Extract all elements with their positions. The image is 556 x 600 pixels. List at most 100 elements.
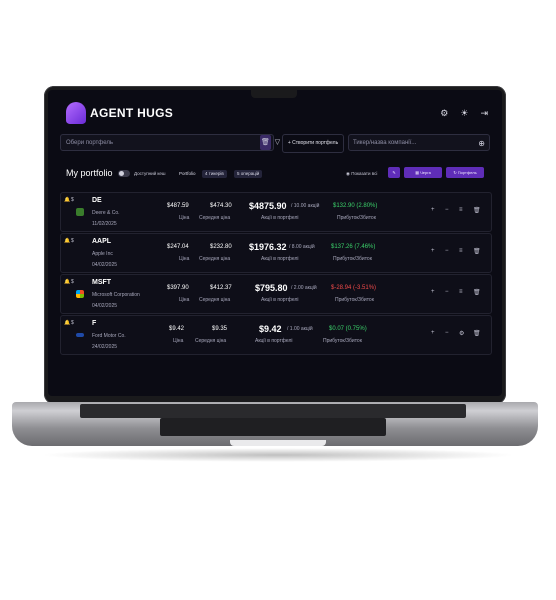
purchase-date: 04/02/2025 xyxy=(92,303,118,309)
avg-price-value: $474.30 xyxy=(210,203,232,209)
plus-icon[interactable]: + xyxy=(431,207,435,213)
dollar-icon[interactable]: $ xyxy=(71,197,74,203)
shares-count: / 8.00 акцій xyxy=(289,244,315,250)
portfolio-action-button-1[interactable]: ✎ xyxy=(388,167,400,178)
brand-name: AGENT HUGS xyxy=(90,106,174,120)
tab-operations[interactable]: 5 операцій xyxy=(234,170,263,178)
ford-logo-icon xyxy=(76,333,84,337)
sun-icon[interactable]: ☀ xyxy=(460,108,468,119)
company-logo-icon xyxy=(76,208,84,216)
pnl-value: $-28.94 (-3.51%) xyxy=(331,285,377,291)
ticker-search-input[interactable]: Тикер/назва компанії... ⊕ xyxy=(348,134,490,151)
trash-portfolio-button[interactable]: 🗑 xyxy=(260,135,271,150)
price-label: Ціна xyxy=(173,338,184,344)
minus-icon[interactable]: − xyxy=(445,207,449,213)
company-name: Microsoft Corporation xyxy=(92,292,140,298)
holding-row[interactable]: 🔔 $ F Ford Motor Co. 24/02/2025 $9.42 Ці… xyxy=(60,315,492,355)
settings-icon[interactable]: ⚙ xyxy=(459,330,464,337)
price-value: $397.90 xyxy=(167,285,189,291)
shares-count: / 2.00 акцій xyxy=(291,285,317,291)
minus-icon[interactable]: − xyxy=(445,330,449,336)
laptop-notch xyxy=(251,90,297,98)
show-all-toggle[interactable]: ◉ Показати всі xyxy=(346,171,377,177)
bell-icon[interactable]: 🔔 xyxy=(64,197,70,203)
trash-icon[interactable]: 🗑 xyxy=(473,330,481,337)
pnl-value: $137.26 (7.46%) xyxy=(331,244,376,250)
avg-price-label: Середня ціна xyxy=(195,338,227,344)
dollar-icon[interactable]: $ xyxy=(71,238,74,244)
bell-icon[interactable]: 🔔 xyxy=(64,238,70,244)
eye-icon: ◉ xyxy=(346,171,350,176)
company-name: Ford Motor Co. xyxy=(92,333,126,339)
create-portfolio-button[interactable]: + Створити портфель xyxy=(282,134,344,153)
menu-icon[interactable]: ≡ xyxy=(459,289,463,295)
trash-icon[interactable]: 🗑 xyxy=(473,207,481,214)
settings-icon[interactable]: ⚙ xyxy=(440,108,448,119)
bell-icon[interactable]: 🔔 xyxy=(64,320,70,326)
menu-icon[interactable]: ≡ xyxy=(459,248,463,254)
shares-count: / 1.00 акцій xyxy=(287,326,313,332)
ticker-symbol: DE xyxy=(92,197,102,204)
grid-icon: ▦ xyxy=(415,170,419,175)
portfolio-title: My portfolio xyxy=(66,168,113,178)
total-value: $4875.90 xyxy=(249,201,287,211)
avg-price-label: Середня ціна xyxy=(199,215,231,221)
total-label: Акції в портфелі xyxy=(261,297,299,303)
queue-button[interactable]: ▦ Черга xyxy=(404,167,442,178)
pnl-label: Прибуток/Збиток xyxy=(337,215,376,221)
header-icons: ⚙ ☀ ⇥ xyxy=(440,108,488,119)
company-name: Deere & Co. xyxy=(92,210,120,216)
portfolio-button[interactable]: ↻ Портфель xyxy=(446,167,484,178)
queue-label: Черга xyxy=(420,170,431,175)
avg-price-label: Середня ціна xyxy=(199,297,231,303)
pnl-label: Прибуток/Збиток xyxy=(323,338,362,344)
show-all-label: Показати всі xyxy=(351,171,378,176)
app-screen: AGENT HUGS ⚙ ☀ ⇥ Обери портфель 🗑 ▽ + Ст… xyxy=(48,90,502,396)
menu-icon[interactable]: ≡ xyxy=(459,207,463,213)
purchase-date: 04/02/2025 xyxy=(92,262,118,268)
avg-price-value: $232.80 xyxy=(210,244,232,250)
add-ticker-icon[interactable]: ⊕ xyxy=(478,135,485,152)
total-value: $1976.32 xyxy=(249,242,287,252)
price-value: $247.04 xyxy=(167,244,189,250)
holding-row[interactable]: 🔔 $ MSFT Microsoft Corporation 04/02/202… xyxy=(60,274,492,314)
holding-row[interactable]: 🔔 $ AAPL Apple Inc 04/02/2025 $247.04 Ці… xyxy=(60,233,492,273)
pnl-value: $0.07 (0.75%) xyxy=(329,326,367,332)
minus-icon[interactable]: − xyxy=(445,289,449,295)
ticker-symbol: MSFT xyxy=(92,279,112,286)
plus-icon[interactable]: + xyxy=(431,330,435,336)
avg-price-value: $412.37 xyxy=(210,285,232,291)
laptop-keyboard xyxy=(80,404,466,418)
trash-icon[interactable]: 🗑 xyxy=(473,248,481,255)
laptop-shadow xyxy=(40,448,516,462)
bell-icon[interactable]: 🔔 xyxy=(64,279,70,285)
plus-icon[interactable]: + xyxy=(431,289,435,295)
microsoft-logo-icon xyxy=(76,290,84,298)
trash-icon[interactable]: 🗑 xyxy=(473,289,481,296)
avg-price-label: Середня ціна xyxy=(199,256,231,262)
ticker-placeholder: Тикер/назва компанії... xyxy=(353,140,417,146)
tab-tickers[interactable]: 4 тикерів xyxy=(202,170,227,178)
portfolio-select[interactable]: Обери портфель xyxy=(60,134,274,151)
cash-toggle[interactable] xyxy=(118,170,130,177)
edit-icon: ✎ xyxy=(392,170,396,175)
pnl-label: Прибуток/Збиток xyxy=(333,256,372,262)
price-label: Ціна xyxy=(179,215,190,221)
dollar-icon[interactable]: $ xyxy=(71,320,74,326)
logout-icon[interactable]: ⇥ xyxy=(480,108,488,119)
portfolio-select-placeholder: Обери портфель xyxy=(66,140,113,146)
shares-count: / 10.00 акцій xyxy=(291,203,320,209)
price-value: $487.59 xyxy=(167,203,189,209)
total-label: Акції в портфелі xyxy=(255,338,293,344)
tab-portfolio[interactable]: Portfolio xyxy=(176,170,199,178)
holding-row[interactable]: 🔔 $ DE Deere & Co. 11/02/2025 $487.59 Ці… xyxy=(60,192,492,232)
dollar-icon[interactable]: $ xyxy=(71,279,74,285)
total-label: Акції в портфелі xyxy=(261,256,299,262)
laptop-mockup: AGENT HUGS ⚙ ☀ ⇥ Обери портфель 🗑 ▽ + Ст… xyxy=(0,0,556,600)
brand-logo[interactable]: AGENT HUGS xyxy=(66,102,173,124)
pnl-label: Прибуток/Збиток xyxy=(335,297,374,303)
cash-toggle-label: Доступний кеш xyxy=(134,171,166,176)
minus-icon[interactable]: − xyxy=(445,248,449,254)
plus-icon[interactable]: + xyxy=(431,248,435,254)
portfolio-label: Портфель xyxy=(457,170,477,175)
